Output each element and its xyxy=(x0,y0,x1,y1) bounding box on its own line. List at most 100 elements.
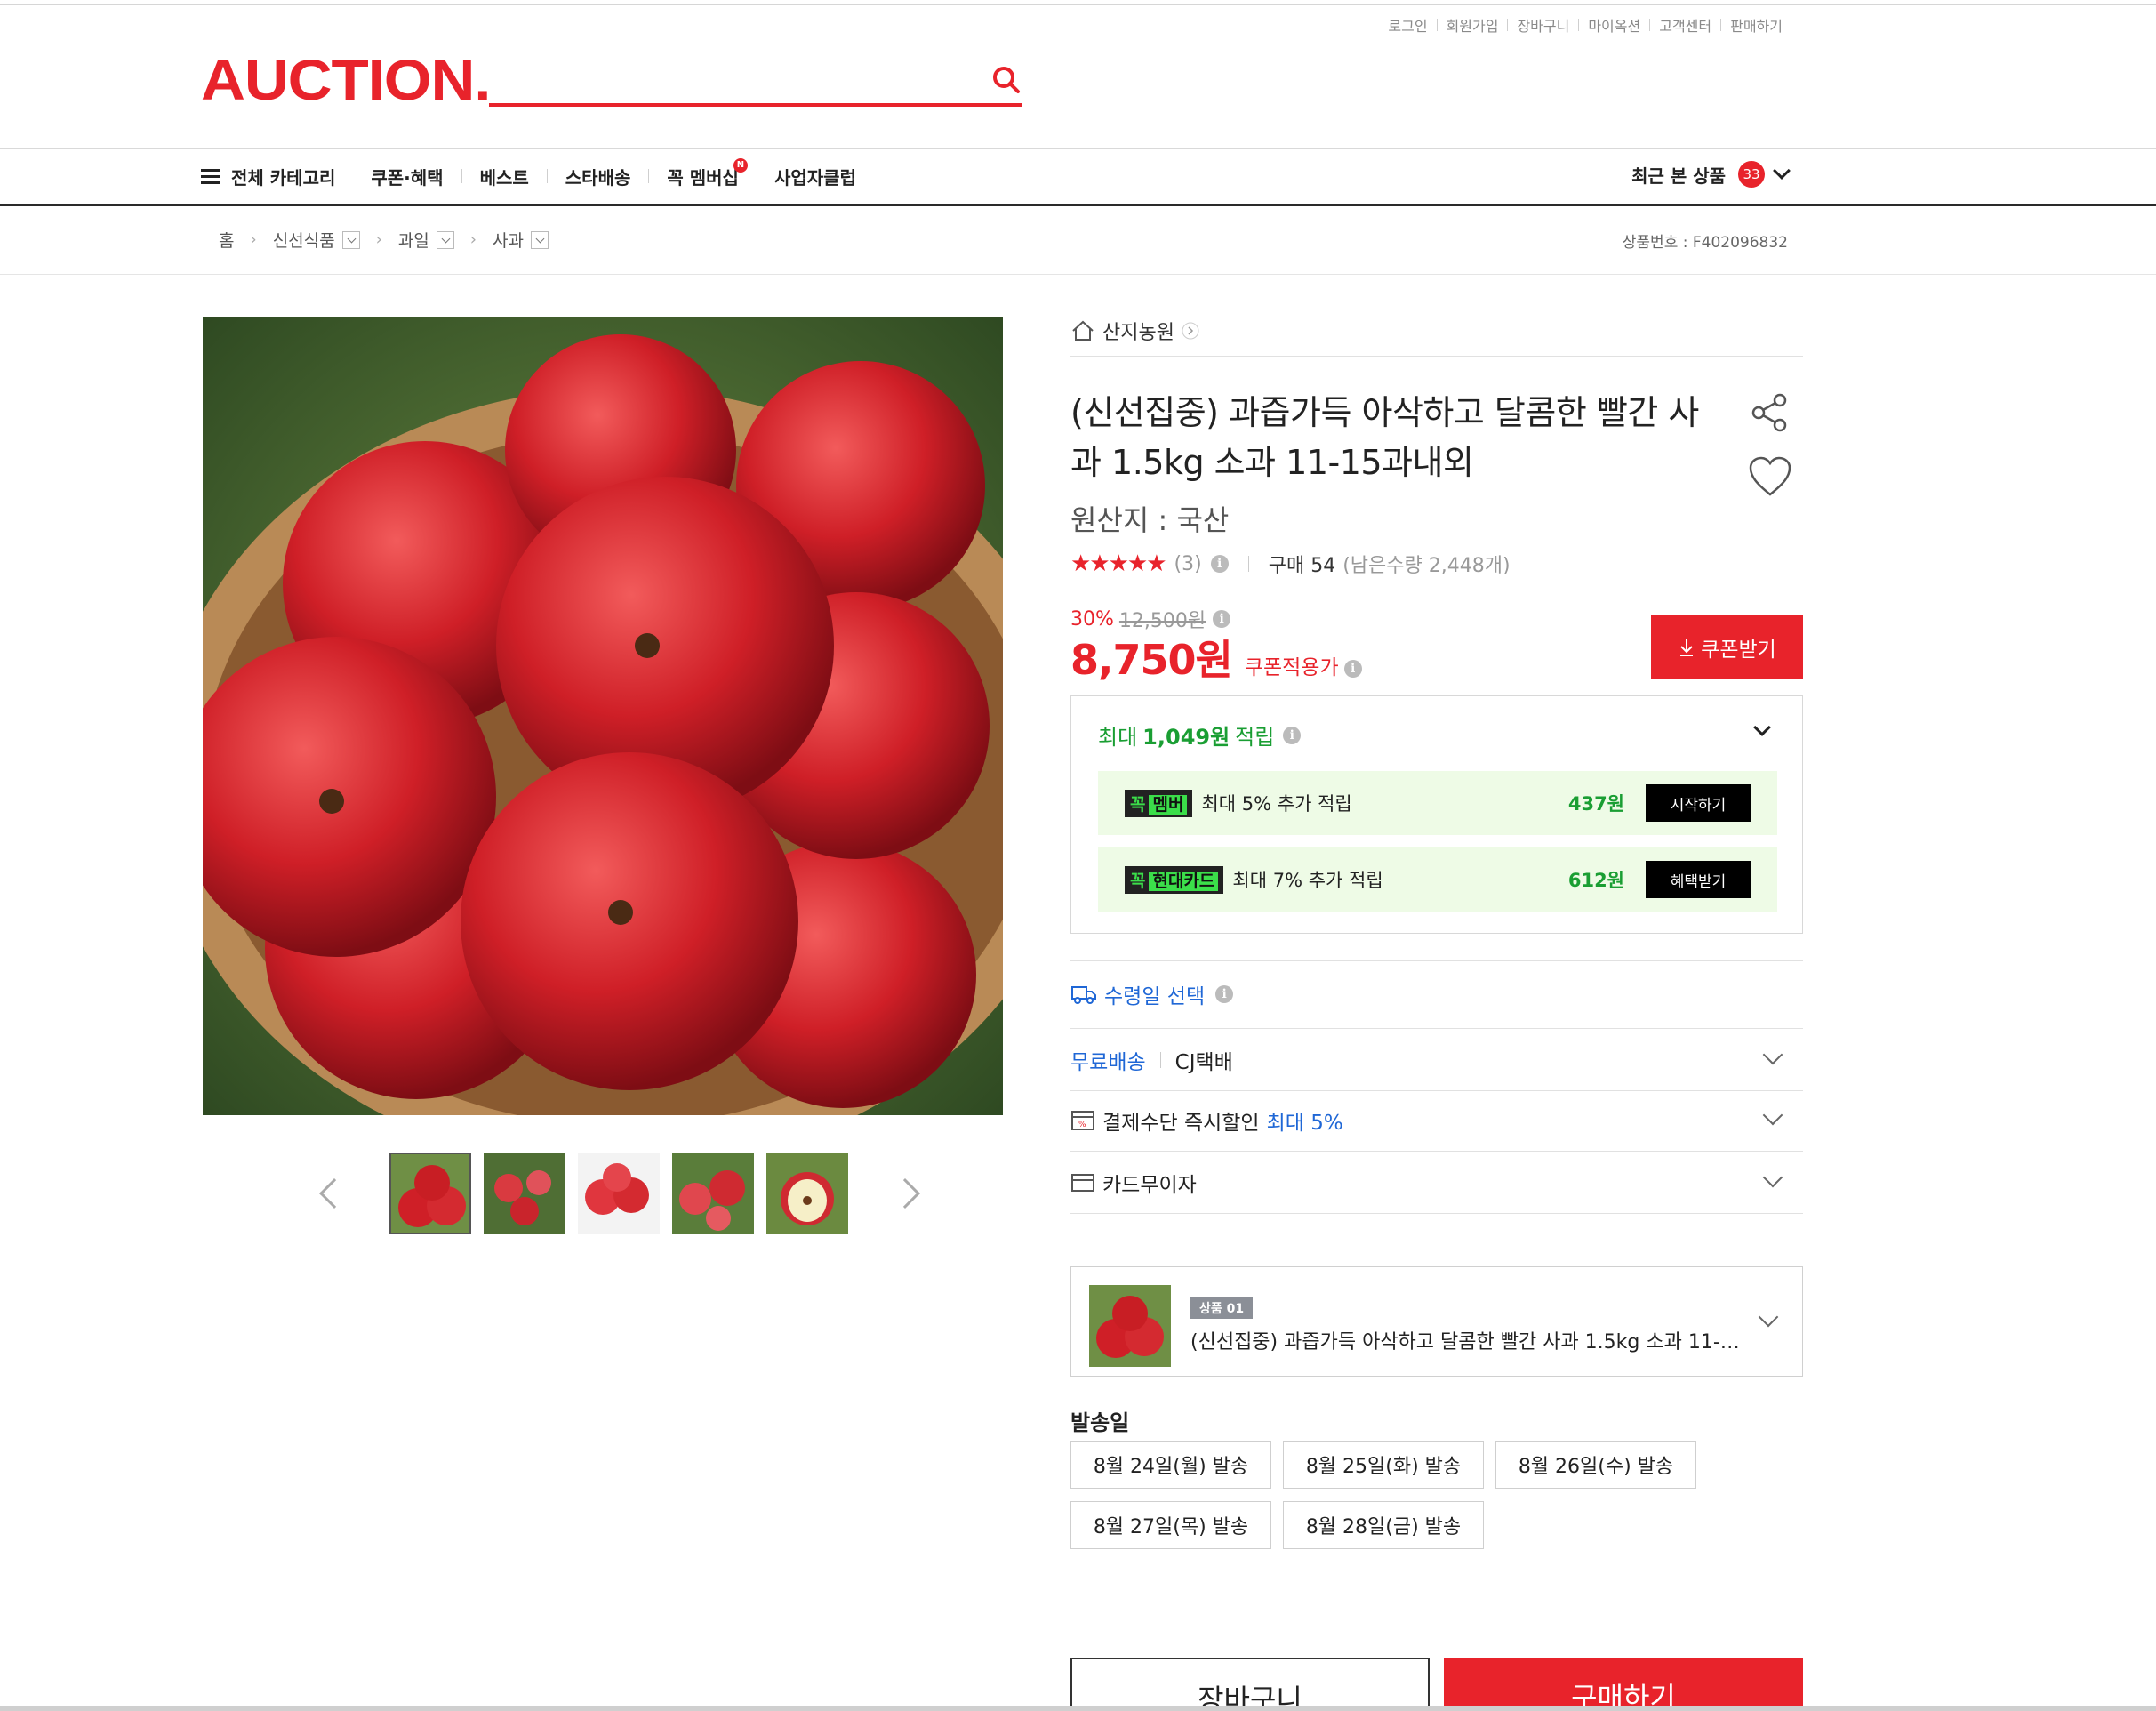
nav-business-club[interactable]: 사업자클럽 xyxy=(757,164,874,189)
chevron-right-icon: › xyxy=(469,230,477,249)
info-icon[interactable]: i xyxy=(1213,610,1231,628)
nav-star-delivery[interactable]: 스타배송 xyxy=(548,164,649,189)
signup-link[interactable]: 회원가입 xyxy=(1438,14,1508,36)
search-icon[interactable] xyxy=(990,64,1022,96)
add-to-cart-button[interactable]: 장바구니 xyxy=(1070,1658,1430,1711)
receipt-icon: % xyxy=(1071,1111,1094,1130)
thumbnail[interactable] xyxy=(389,1153,471,1234)
thumbnail[interactable] xyxy=(484,1153,565,1234)
reward-prefix: 최대 xyxy=(1098,725,1138,750)
thumbnail[interactable] xyxy=(766,1153,848,1234)
reward-box: 최대 1,049원 적립 i 꼭 멤버 최대 5% 추가 적립 437원 시작하기… xyxy=(1070,695,1803,934)
ship-date-button[interactable]: 8월 25일(화) 발송 xyxy=(1283,1441,1484,1489)
horizontal-scrollbar[interactable] xyxy=(0,1706,2156,1711)
chevron-down-icon xyxy=(1762,1167,1783,1188)
price-line: 8,750원 쿠폰적용가 i xyxy=(1070,628,1362,687)
breadcrumb-home[interactable]: 홈 xyxy=(219,228,234,252)
seller-shop-link[interactable]: 산지농원 xyxy=(1070,317,1199,345)
recent-viewed-button[interactable]: 최근 본 상품 33 xyxy=(1631,161,1791,188)
delivery-date-select[interactable]: 수령일 선택 i xyxy=(1070,978,1803,1010)
purchase-count: 구매 54 xyxy=(1268,555,1336,577)
ship-date-options: 8월 24일(월) 발송 8월 25일(화) 발송 8월 26일(수) 발송 8… xyxy=(1070,1441,1808,1562)
search-input[interactable] xyxy=(489,57,969,100)
option-select[interactable]: 상품 01 (신선집중) 과즙가득 아삭하고 달콤한 빨간 사과 1.5kg 소… xyxy=(1070,1266,1803,1377)
customer-center-link[interactable]: 고객센터 xyxy=(1650,14,1720,36)
thumbnail[interactable] xyxy=(578,1153,660,1234)
nav-membership[interactable]: 꼭 멤버십 N xyxy=(649,157,757,189)
dropdown-toggle[interactable] xyxy=(341,230,360,249)
product-main-image[interactable] xyxy=(203,317,1003,1115)
all-category-button[interactable]: 전체 카테고리 xyxy=(201,164,353,189)
breadcrumb-level-3[interactable]: 사과 xyxy=(493,228,524,252)
nav-coupon-benefit[interactable]: 쿠폰·혜택 xyxy=(353,164,461,189)
breadcrumb-divider xyxy=(0,274,2156,275)
ship-date-button[interactable]: 8월 27일(목) 발송 xyxy=(1070,1501,1271,1549)
reward-suffix: 적립 xyxy=(1235,725,1275,750)
new-badge: N xyxy=(733,157,748,173)
thumbnail-image xyxy=(484,1153,565,1234)
product-title: (신선집중) 과즙가득 아삭하고 달콤한 빨간 사과 1.5kg 소과 11-1… xyxy=(1070,393,1699,482)
ship-date-button[interactable]: 8월 26일(수) 발송 xyxy=(1495,1441,1696,1489)
get-benefit-button[interactable]: 혜택받기 xyxy=(1646,861,1751,898)
chevron-down-icon[interactable] xyxy=(1753,719,1771,736)
card-icon xyxy=(1071,1174,1094,1192)
info-icon[interactable]: i xyxy=(1210,555,1229,573)
thumbnail-image xyxy=(672,1153,754,1234)
divider xyxy=(1070,1151,1803,1152)
start-button[interactable]: 시작하기 xyxy=(1646,784,1751,822)
review-count[interactable]: (3) xyxy=(1174,553,1202,575)
nav-membership-label: 꼭 멤버십 xyxy=(667,166,739,189)
nav-best[interactable]: 베스트 xyxy=(462,164,547,189)
thumbnail-strip xyxy=(319,1153,920,1234)
divider xyxy=(1070,1213,1803,1214)
heart-icon[interactable] xyxy=(1748,455,1792,498)
card-tag-prefix: 꼭 xyxy=(1130,871,1146,891)
prev-arrow-icon[interactable] xyxy=(319,1178,349,1209)
all-category-label: 전체 카테고리 xyxy=(231,166,336,189)
option-name: (신선집중) 과즙가득 아삭하고 달콤한 빨간 사과 1.5kg 소과 11-1… xyxy=(1190,1331,1742,1354)
membership-tag-prefix: 꼭 xyxy=(1130,794,1146,815)
shipping-option[interactable]: 무료배송 CJ택배 xyxy=(1070,1042,1803,1078)
reward-row-text: 최대 7% 추가 적립 xyxy=(1232,870,1383,891)
ship-date-button[interactable]: 8월 24일(월) 발송 xyxy=(1070,1441,1271,1489)
ship-date-heading: 발송일 xyxy=(1070,1410,1130,1435)
breadcrumb-level-2[interactable]: 과일 xyxy=(398,228,429,252)
auction-logo[interactable]: AUCTION. xyxy=(201,52,491,108)
info-icon[interactable]: i xyxy=(1343,660,1362,678)
reward-amount: 1,049원 xyxy=(1142,725,1230,750)
rating-stars[interactable]: ★★★★★ xyxy=(1070,550,1167,577)
share-icon[interactable] xyxy=(1748,391,1791,434)
apple-basket-image xyxy=(203,317,1003,1115)
thumbnail[interactable] xyxy=(672,1153,754,1234)
breadcrumb-level-1[interactable]: 신선식품 xyxy=(273,228,335,252)
dropdown-toggle[interactable] xyxy=(530,230,549,249)
info-icon[interactable]: i xyxy=(1283,726,1302,744)
top-divider xyxy=(0,4,2156,5)
carrier: CJ택배 xyxy=(1174,1051,1233,1074)
reward-summary[interactable]: 최대 1,049원 적립 i xyxy=(1098,719,1302,751)
thumbnail-image xyxy=(766,1153,848,1234)
buy-now-button[interactable]: 구매하기 xyxy=(1444,1658,1803,1711)
coupon-price-label: 쿠폰적용가 xyxy=(1244,656,1339,679)
my-auction-link[interactable]: 마이옥션 xyxy=(1579,14,1649,36)
seller-name: 산지농원 xyxy=(1102,322,1174,344)
card-installment-option[interactable]: 카드무이자 xyxy=(1070,1165,1803,1201)
svg-text:%: % xyxy=(1078,1121,1086,1129)
payment-discount-option[interactable]: % 결제수단 즉시할인 최대 5% xyxy=(1070,1103,1803,1138)
card-installment-label: 카드무이자 xyxy=(1102,1174,1197,1197)
reward-row-amount: 612원 xyxy=(1567,870,1624,891)
divider xyxy=(1070,1028,1803,1029)
option-thumbnail xyxy=(1089,1285,1171,1367)
divider xyxy=(1070,1090,1803,1091)
sell-link[interactable]: 판매하기 xyxy=(1721,14,1791,36)
login-link[interactable]: 로그인 xyxy=(1379,14,1436,36)
chevron-down-icon xyxy=(1762,1105,1783,1126)
cart-link[interactable]: 장바구니 xyxy=(1508,14,1578,36)
next-arrow-icon[interactable] xyxy=(890,1178,920,1209)
reward-row-hyundai-card: 꼭 현대카드 최대 7% 추가 적립 612원 혜택받기 xyxy=(1098,847,1777,912)
get-coupon-button[interactable]: 쿠폰받기 xyxy=(1651,615,1803,679)
delivery-date-label: 수령일 선택 xyxy=(1104,985,1206,1008)
ship-date-button[interactable]: 8월 28일(금) 발송 xyxy=(1283,1501,1484,1549)
dropdown-toggle[interactable] xyxy=(436,230,454,249)
info-icon[interactable]: i xyxy=(1215,985,1234,1003)
